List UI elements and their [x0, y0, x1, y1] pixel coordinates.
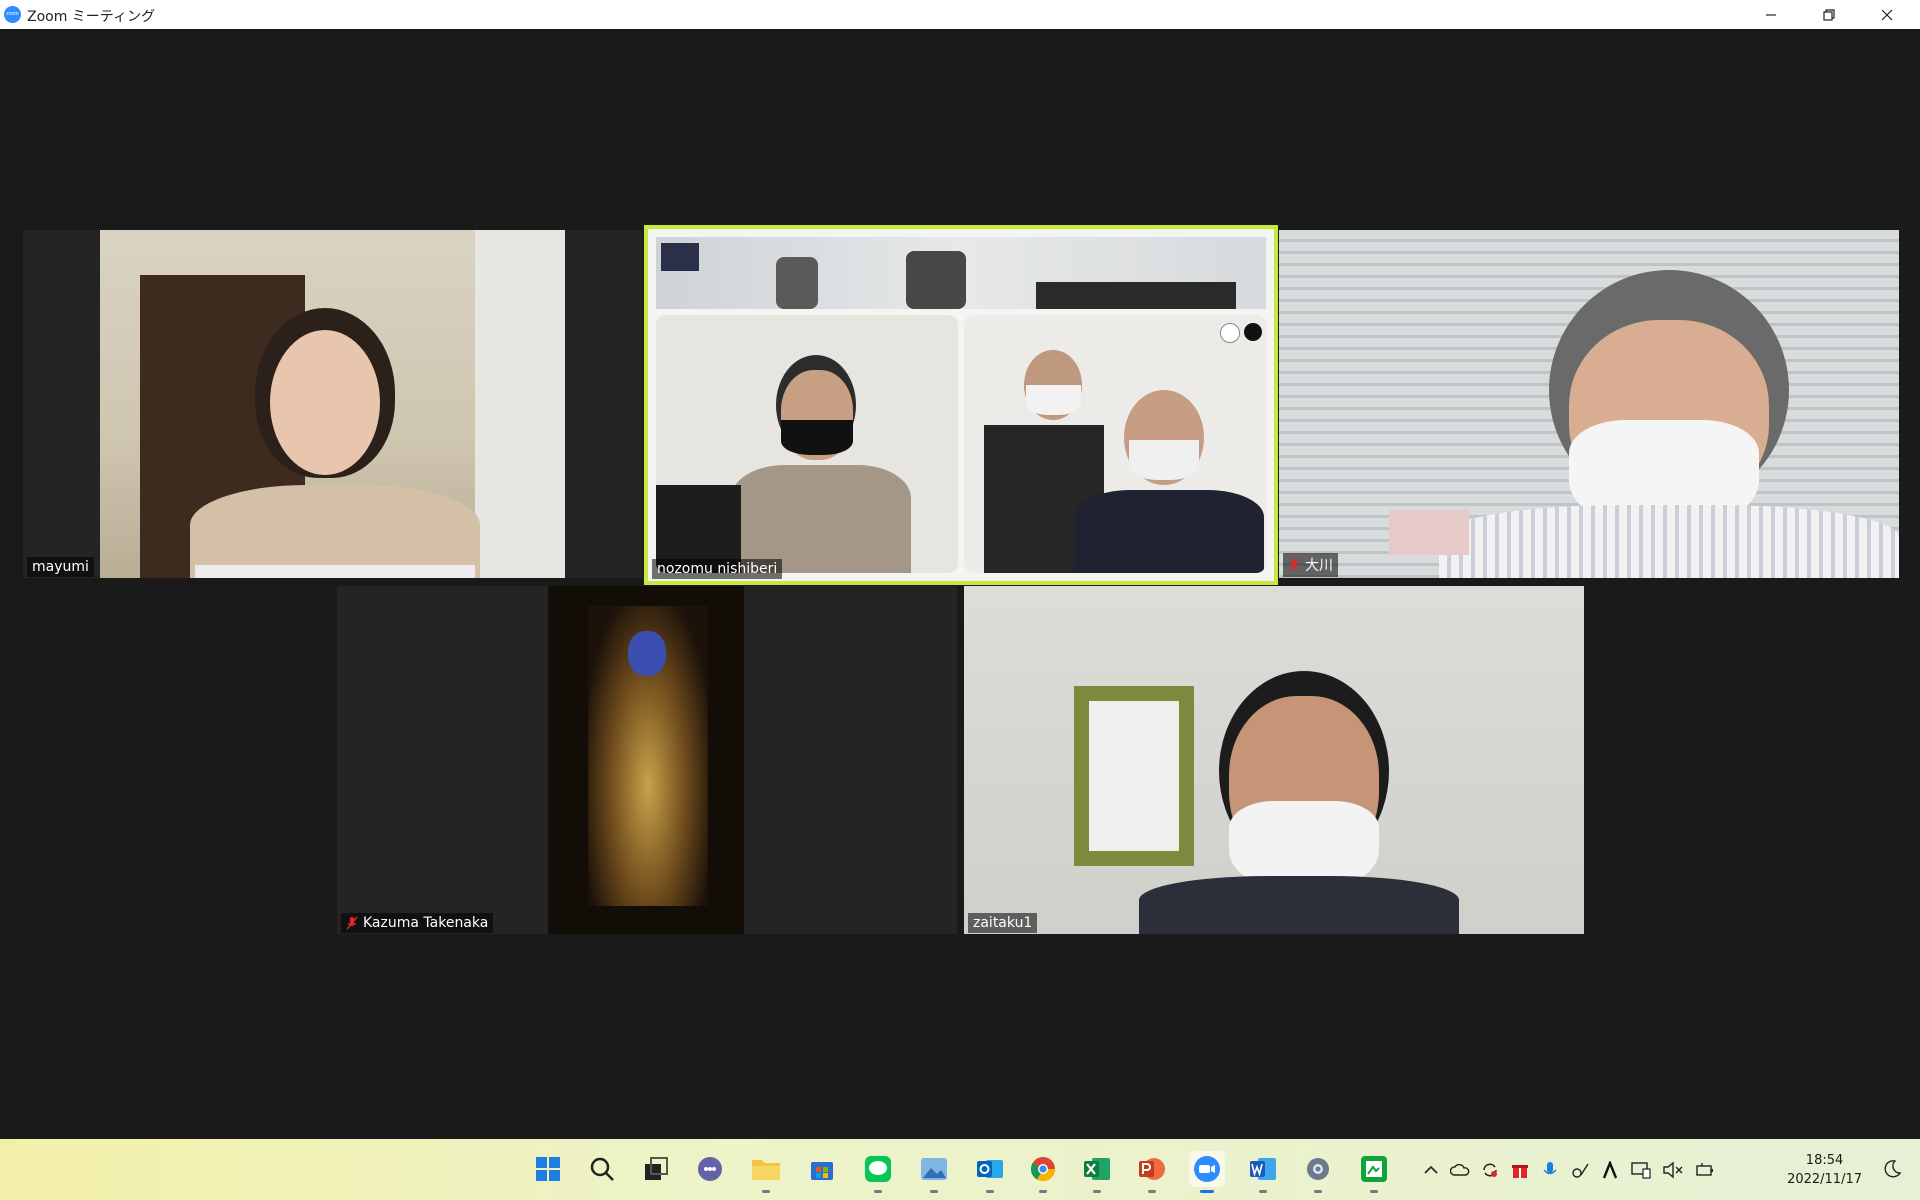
- powerpoint-button[interactable]: [1134, 1151, 1170, 1193]
- teams-chat-icon: [698, 1157, 722, 1181]
- zoom-icon: [1194, 1156, 1220, 1182]
- video-feed: [964, 586, 1584, 934]
- participant-name-label: 大川: [1283, 553, 1338, 577]
- chrome-button[interactable]: [1025, 1151, 1061, 1193]
- microphone-muted-icon: [1288, 558, 1300, 572]
- green-app-icon: [1361, 1156, 1387, 1182]
- font-a-icon[interactable]: [1600, 1160, 1620, 1179]
- title-bar: zoom Zoom ミーティング: [0, 0, 1920, 30]
- video-tile-okawa[interactable]: 大川: [1279, 230, 1899, 578]
- line-icon: [865, 1156, 891, 1182]
- video-gallery: mayumi nozomu nishiberi 大川 Kazuma Takena…: [0, 29, 1920, 1139]
- taskbar-clock[interactable]: 18:54 2022/11/17: [1787, 1151, 1862, 1189]
- excel-icon: [1084, 1158, 1110, 1180]
- close-icon: [1881, 9, 1893, 20]
- moon-icon: [1884, 1160, 1902, 1178]
- microphone-icon[interactable]: [1540, 1161, 1560, 1179]
- restore-button[interactable]: [1800, 0, 1858, 29]
- zoom-logo-icon: zoom: [4, 6, 21, 23]
- outlook-button[interactable]: [972, 1151, 1008, 1193]
- close-button[interactable]: [1858, 0, 1916, 29]
- video-feed-right: [964, 315, 1266, 573]
- restore-icon: [1823, 8, 1835, 21]
- line-button[interactable]: [860, 1151, 896, 1193]
- participant-name-label: nozomu nishiberi: [652, 559, 783, 579]
- notification-button[interactable]: [1882, 1159, 1902, 1183]
- window-title: Zoom ミーティング: [27, 9, 155, 25]
- video-tile-kazuma-takenaka[interactable]: Kazuma Takenaka: [337, 586, 957, 934]
- sync-icon[interactable]: [1480, 1161, 1500, 1179]
- video-tile-zaitaku1[interactable]: zaitaku1: [964, 586, 1584, 934]
- clock-date: 2022/11/17: [1787, 1172, 1862, 1187]
- minimize-button[interactable]: [1742, 0, 1800, 29]
- start-button[interactable]: [530, 1151, 566, 1187]
- volume-muted-icon[interactable]: [1662, 1161, 1684, 1179]
- photos-icon: [921, 1158, 947, 1180]
- chevron-up-icon[interactable]: [1422, 1161, 1440, 1179]
- settings-icon: [1307, 1158, 1329, 1180]
- video-tile-mayumi[interactable]: mayumi: [23, 230, 643, 578]
- minimize-icon: [1766, 13, 1776, 16]
- taskbar: 18:54 2022/11/17: [0, 1139, 1920, 1200]
- video-feed-left: [656, 315, 958, 573]
- excel-button[interactable]: [1079, 1151, 1115, 1193]
- video-feed: [100, 230, 565, 578]
- search-button[interactable]: [584, 1151, 620, 1187]
- display-icon[interactable]: [1630, 1161, 1652, 1179]
- chrome-icon: [1030, 1157, 1055, 1182]
- start-icon: [536, 1157, 560, 1181]
- participant-name-label: zaitaku1: [968, 913, 1038, 933]
- file-explorer-icon: [752, 1160, 780, 1180]
- microphone-muted-icon: [346, 916, 358, 930]
- task-view-icon: [645, 1157, 668, 1180]
- network-icon[interactable]: [1570, 1161, 1590, 1179]
- outlook-icon: [977, 1160, 1003, 1178]
- settings-button[interactable]: [1300, 1151, 1336, 1193]
- teams-chat-button[interactable]: [692, 1151, 728, 1187]
- battery-icon[interactable]: [1694, 1161, 1716, 1179]
- word-icon: [1250, 1158, 1276, 1180]
- profile-picture: [548, 586, 744, 934]
- video-feed-room: [656, 237, 1266, 309]
- clock-time: 18:54: [1805, 1153, 1844, 1168]
- participant-name-label: mayumi: [27, 557, 94, 577]
- green-app-button[interactable]: [1356, 1151, 1392, 1193]
- video-tile-nozomu-nishiberi[interactable]: nozomu nishiberi: [644, 225, 1278, 585]
- file-explorer-button[interactable]: [748, 1151, 784, 1193]
- word-button[interactable]: [1245, 1151, 1281, 1193]
- video-feed: [1279, 230, 1899, 578]
- onedrive-icon[interactable]: [1450, 1161, 1470, 1179]
- search-icon: [590, 1157, 614, 1181]
- gift-icon[interactable]: [1510, 1161, 1530, 1179]
- store-icon: [811, 1162, 833, 1180]
- store-button[interactable]: [804, 1151, 840, 1187]
- task-view-button[interactable]: [638, 1151, 674, 1187]
- participant-name-label: Kazuma Takenaka: [341, 913, 494, 933]
- powerpoint-icon: [1139, 1158, 1165, 1180]
- photos-button[interactable]: [916, 1151, 952, 1193]
- zoom-button[interactable]: [1189, 1151, 1225, 1193]
- system-tray: [1422, 1139, 1716, 1200]
